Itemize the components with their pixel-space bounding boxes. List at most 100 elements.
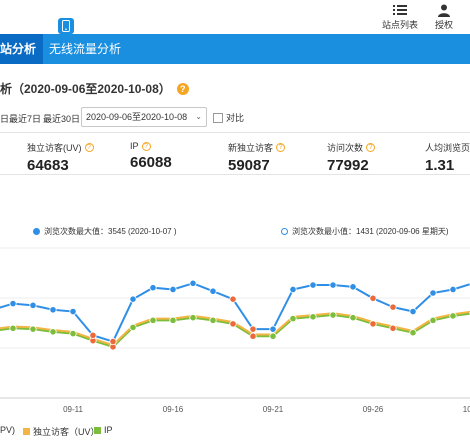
data-point xyxy=(449,312,457,320)
date-range-value: 2020-09-06至2020-10-08 xyxy=(86,112,188,122)
legend-label: IP xyxy=(104,425,113,435)
data-point xyxy=(309,313,317,321)
date-range-select[interactable]: 2020-09-06至2020-10-08 ⌄ xyxy=(81,107,207,127)
data-point xyxy=(69,329,77,338)
data-point xyxy=(9,299,17,308)
data-point xyxy=(229,320,237,328)
data-point xyxy=(249,325,257,333)
data-point xyxy=(49,328,57,336)
filled-dot-icon xyxy=(33,228,40,235)
compare-toggle[interactable]: 对比 xyxy=(213,111,244,124)
chart-max-label: 浏览次数最大值：3545 (2020-10-07 ) xyxy=(44,227,177,236)
compare-checkbox[interactable] xyxy=(213,112,223,123)
site-list-button[interactable]: 站点列表 xyxy=(381,2,419,32)
tab-site-analysis[interactable]: 站分析 xyxy=(0,34,43,64)
legend-item-ip[interactable]: IP xyxy=(94,425,113,435)
data-point xyxy=(269,325,277,333)
legend-swatch xyxy=(94,426,101,434)
data-point xyxy=(269,332,277,340)
data-point xyxy=(29,325,37,333)
auth-label: 授权 xyxy=(434,20,453,30)
data-point xyxy=(29,301,37,309)
site-list-label: 站点列表 xyxy=(381,20,418,30)
x-tick-label: 09-21 xyxy=(263,405,284,414)
stat-ip: IP? 66088 xyxy=(130,141,172,171)
period-link-partial[interactable]: 日 xyxy=(0,112,9,125)
stat-value: 66088 xyxy=(130,154,172,171)
data-point xyxy=(149,316,157,324)
data-point xyxy=(129,323,137,332)
data-point xyxy=(309,281,317,289)
stat-label: IP xyxy=(130,141,139,151)
data-point xyxy=(209,316,217,324)
data-point xyxy=(449,285,457,294)
data-point xyxy=(149,284,157,292)
stat-avg-pages: 人均浏览页 1.31 xyxy=(425,141,470,174)
data-point xyxy=(329,281,337,289)
data-point xyxy=(129,295,137,303)
report-title: 析（2020-09-06至2020-10-08）? xyxy=(0,80,189,97)
stat-label: 访问次数 xyxy=(327,143,364,153)
traffic-line-chart[interactable]: 09-11 09-16 09-21 09-26 10-01 xyxy=(0,238,470,418)
chevron-down-icon: ⌄ xyxy=(195,112,202,121)
data-point xyxy=(9,324,17,332)
data-point xyxy=(329,311,337,319)
legend-item-uv[interactable]: 独立访客（UV） xyxy=(23,425,100,438)
compare-label: 对比 xyxy=(226,113,245,123)
data-point xyxy=(109,337,117,346)
x-tick-label: 10-01 xyxy=(463,405,470,414)
divider xyxy=(0,132,470,133)
stat-label: 新独立访客 xyxy=(228,143,274,153)
help-icon[interactable]: ? xyxy=(84,143,94,152)
stat-label: 人均浏览页 xyxy=(425,143,470,153)
legend-swatch xyxy=(23,428,30,435)
x-tick-label: 09-11 xyxy=(63,405,83,414)
data-point xyxy=(229,295,237,303)
data-point xyxy=(209,287,217,295)
data-point xyxy=(349,283,357,291)
data-point xyxy=(409,307,417,316)
help-icon[interactable]: ? xyxy=(366,143,376,152)
help-icon[interactable]: ? xyxy=(276,143,286,152)
stat-value: 1.31 xyxy=(425,157,455,174)
data-point xyxy=(349,314,357,322)
data-point xyxy=(169,316,177,324)
data-point xyxy=(249,332,257,340)
data-point xyxy=(289,285,297,294)
divider xyxy=(0,174,470,175)
x-tick-label: 09-16 xyxy=(163,405,184,414)
stat-value: 77992 xyxy=(327,157,369,174)
help-icon[interactable]: ? xyxy=(141,141,151,151)
stat-new-uv: 新独立访客? 59087 xyxy=(228,141,286,174)
list-icon xyxy=(393,2,407,18)
data-point xyxy=(49,306,57,314)
data-point xyxy=(429,316,437,324)
stat-uv: 独立访客(UV)? 64683 xyxy=(27,141,94,174)
data-point xyxy=(289,314,297,323)
data-point xyxy=(369,294,377,302)
chart-min-legend: 浏览次数最小值：1431 (2020-09-06 星期天) xyxy=(281,226,449,237)
chart-max-legend: 浏览次数最大值：3545 (2020-10-07 ) xyxy=(33,226,177,237)
legend-label: 独立访客（UV） xyxy=(33,427,100,437)
phone-icon xyxy=(58,18,74,34)
data-point xyxy=(189,314,197,322)
last-7-days-link[interactable]: 最近7日 xyxy=(9,112,41,125)
hollow-dot-icon xyxy=(281,228,288,235)
nav-bar: 站分析 无线流量分析 xyxy=(0,34,470,64)
data-point xyxy=(389,324,397,332)
stat-label: 独立访客(UV) xyxy=(27,143,82,153)
x-tick-label: 09-26 xyxy=(363,405,384,414)
data-point xyxy=(389,303,397,311)
data-point xyxy=(89,331,97,339)
chart-min-label: 浏览次数最小值：1431 (2020-09-06 星期天) xyxy=(292,227,449,236)
help-icon[interactable]: ? xyxy=(176,83,189,95)
data-point xyxy=(189,279,197,287)
data-point xyxy=(429,289,437,297)
last-30-days-link[interactable]: 最近30日 xyxy=(43,112,80,125)
stat-value: 59087 xyxy=(228,157,270,174)
user-icon xyxy=(438,2,450,18)
legend-item-pv[interactable]: PV) xyxy=(0,425,15,435)
date-filter-bar: 日 最近7日 最近30日 2020-09-06至2020-10-08 ⌄ 对比 xyxy=(0,107,470,129)
tab-wireless-analysis[interactable]: 无线流量分析 xyxy=(49,34,121,64)
auth-button[interactable]: 授权 xyxy=(430,2,458,32)
